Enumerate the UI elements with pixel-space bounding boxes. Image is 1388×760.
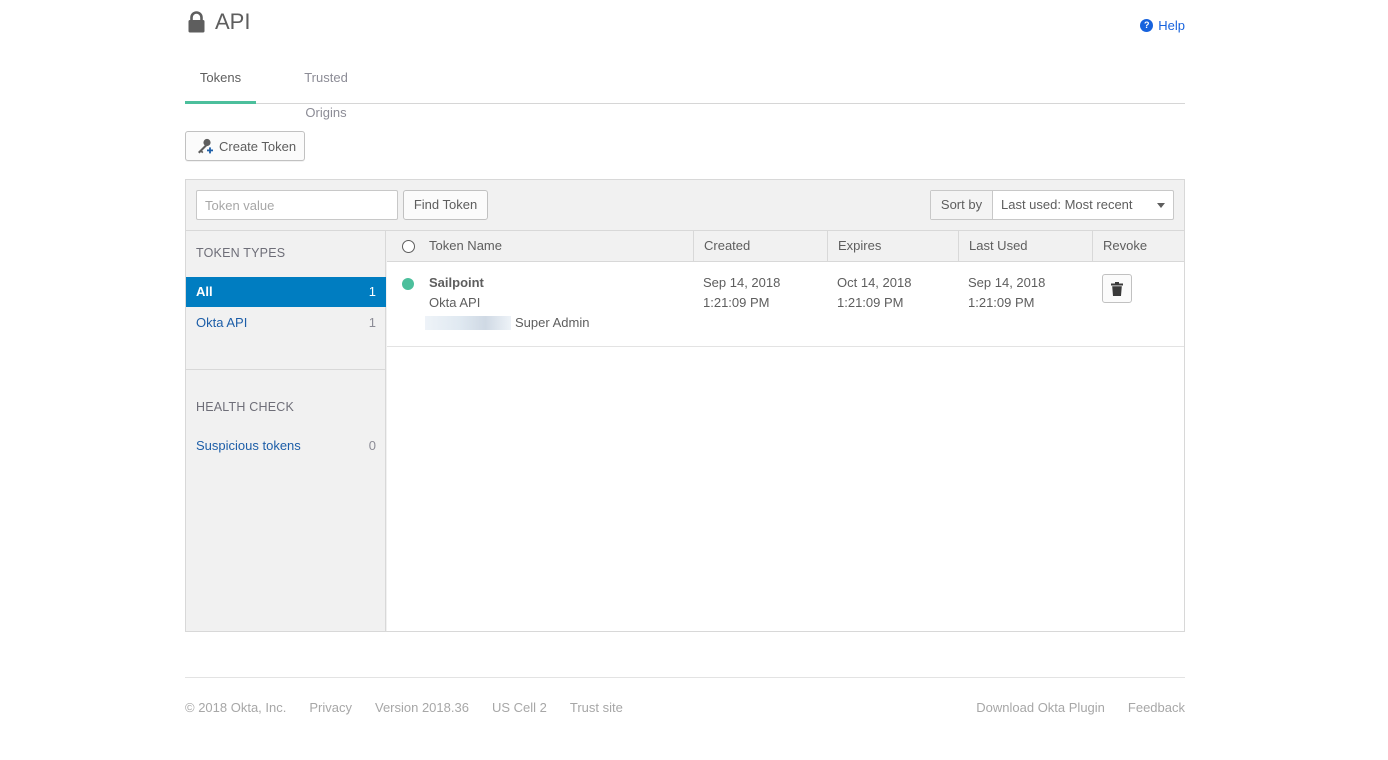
sidebar-item-count: 1 [368,315,376,330]
sidebar-divider [186,369,386,370]
key-add-icon [198,138,213,154]
footer-version: Version 2018.36 [374,700,469,715]
create-token-button[interactable]: Create Token [185,131,305,161]
last-used-cell: Sep 14, 2018 1:21:09 PM [968,273,1045,313]
token-type: Okta API [429,295,481,310]
last-used-time: 1:21:09 PM [968,295,1035,310]
footer-privacy-link[interactable]: Privacy [309,700,352,715]
token-types-heading: TOKEN TYPES [196,246,286,260]
column-last-used[interactable]: Last Used [958,231,1092,262]
token-filters-sidebar: TOKEN TYPES All 1 Okta API 1 HEALTH CHEC… [186,231,386,631]
redacted-owner-name [425,316,511,330]
column-expires[interactable]: Expires [827,231,958,262]
chevron-down-icon [1157,203,1165,208]
tab-bar: Tokens Trusted Origins [185,60,1185,120]
sidebar-item-count: 1 [368,284,376,299]
sidebar-item-label: Suspicious tokens [196,438,301,453]
sidebar-item-count: 0 [368,438,376,453]
help-link[interactable]: ? Help [1140,18,1185,33]
column-revoke: Revoke [1092,231,1184,262]
trash-icon [1111,281,1123,296]
tab-trusted-origins[interactable]: Trusted Origins [282,60,370,120]
page-header: API ? Help [185,0,1185,50]
find-token-button[interactable]: Find Token [403,190,488,220]
sort-select-value: Last used: Most recent [1001,197,1133,212]
token-name-cell: Sailpoint Okta API Super Admin [425,273,590,333]
expires-time: 1:21:09 PM [837,295,904,310]
expires-cell: Oct 14, 2018 1:21:09 PM [837,273,911,313]
tokens-toolbar: Find Token Sort by Last used: Most recen… [186,180,1184,231]
footer-feedback-link[interactable]: Feedback [1128,700,1185,715]
sidebar-item-all[interactable]: All 1 [186,277,386,307]
create-token-label: Create Token [219,138,297,154]
sidebar-item-label: All [196,284,213,299]
table-header: Token Name Created Expires Last Used Rev… [387,231,1184,262]
owner-role: Super Admin [515,315,590,330]
revoke-button[interactable] [1102,274,1132,303]
created-date: Sep 14, 2018 [703,275,781,290]
token-search-input[interactable] [196,190,398,220]
help-label: Help [1158,18,1185,33]
footer-right: Download Okta Plugin Feedback [953,700,1185,715]
sidebar-item-label: Okta API [196,315,248,330]
sort-control: Sort by Last used: Most recent [930,190,1174,220]
help-icon: ? [1140,19,1154,32]
page-title: API [215,9,251,34]
select-all-column [387,231,419,262]
tab-tokens[interactable]: Tokens [185,60,256,104]
health-check-heading: HEALTH CHECK [196,400,295,414]
column-created[interactable]: Created [693,231,827,262]
page-content: API ? Help Tokens Trusted Origins Create… [185,0,1185,715]
select-all-radio[interactable] [402,240,415,253]
sidebar-item-suspicious-tokens[interactable]: Suspicious tokens 0 [186,431,386,461]
token-name: Sailpoint [429,275,484,290]
created-time: 1:21:09 PM [703,295,770,310]
token-owner: Super Admin [425,313,590,333]
sort-select[interactable]: Last used: Most recent [993,191,1173,219]
footer-copyright: © 2018 Okta, Inc. [185,700,287,715]
tokens-table: Token Name Created Expires Last Used Rev… [387,231,1184,631]
last-used-date: Sep 14, 2018 [968,275,1046,290]
lock-icon [188,11,205,33]
footer-download-plugin-link[interactable]: Download Okta Plugin [976,700,1105,715]
page-footer: © 2018 Okta, Inc. Privacy Version 2018.3… [185,677,1185,737]
column-token-name[interactable]: Token Name [419,231,693,262]
table-row[interactable]: Sailpoint Okta API Super Admin Sep 14, 2… [387,262,1184,347]
tokens-panel: Find Token Sort by Last used: Most recen… [185,179,1185,632]
footer-cell: US Cell 2 [491,700,547,715]
expires-date: Oct 14, 2018 [837,275,912,290]
footer-left: © 2018 Okta, Inc. Privacy Version 2018.3… [185,700,646,715]
sidebar-item-okta-api[interactable]: Okta API 1 [186,308,386,338]
sort-by-label: Sort by [931,191,993,219]
created-cell: Sep 14, 2018 1:21:09 PM [703,273,780,313]
footer-trust-link[interactable]: Trust site [570,700,623,715]
status-indicator [402,278,414,290]
